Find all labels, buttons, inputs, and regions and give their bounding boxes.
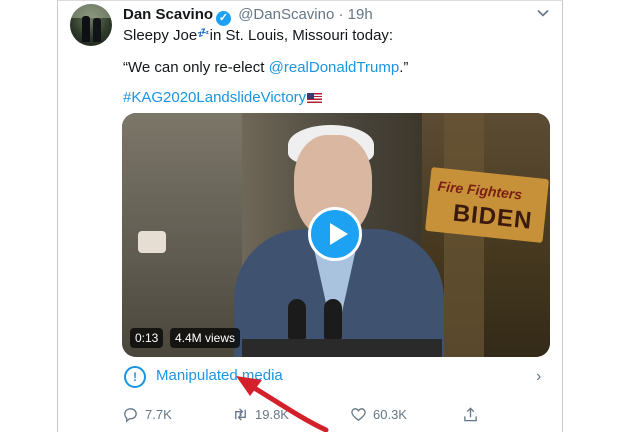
verified-icon: ✓: [216, 11, 232, 26]
video-duration: 0:13: [130, 328, 164, 348]
retweet-count: 19.8K: [255, 407, 289, 422]
exclamation-icon: !: [124, 366, 146, 388]
quote-text: .”: [399, 59, 409, 76]
avatar-figure: [93, 18, 101, 42]
share-icon: [464, 407, 477, 422]
author-name[interactable]: Dan Scavino: [123, 6, 213, 23]
share-action[interactable]: [462, 406, 479, 423]
video-views: 4.4M views: [170, 328, 241, 348]
like-count: 60.3K: [373, 407, 407, 422]
avatar-figure: [82, 16, 90, 42]
sign-text: BIDEN: [451, 199, 534, 235]
video-player[interactable]: Fire Fighters BIDEN 0:13 4.4M views: [122, 113, 550, 357]
microphone: [288, 299, 306, 339]
retweet-icon: [235, 408, 246, 421]
tweet-actions: 7.7K 19.8K 60.3K: [122, 406, 542, 428]
mention-link[interactable]: @realDonaldTrump: [269, 59, 400, 76]
chevron-right-icon[interactable]: ›: [536, 368, 541, 386]
sign-text: Fire Fighters: [436, 177, 523, 203]
video-sign: Fire Fighters BIDEN: [424, 167, 550, 243]
tweet-header: Dan Scavino ✓ @DanScavino · 19h: [123, 6, 373, 26]
author-handle[interactable]: @DanScavino: [238, 6, 334, 23]
like-action[interactable]: 60.3K: [350, 406, 407, 423]
tweet-text: Sleepy Joe: [123, 27, 198, 44]
timestamp[interactable]: 19h: [348, 6, 373, 23]
reply-action[interactable]: 7.7K: [122, 406, 172, 423]
manipulated-media-label[interactable]: Manipulated media: [156, 367, 283, 384]
chevron-down-icon[interactable]: [536, 6, 550, 20]
avatar-sky: [70, 4, 112, 18]
podium: [242, 339, 442, 357]
microphone: [324, 299, 342, 339]
us-flag-icon: [307, 93, 323, 103]
reply-count: 7.7K: [145, 407, 172, 422]
manipulated-media-notice[interactable]: ! Manipulated media ›: [122, 362, 550, 392]
play-button[interactable]: [308, 207, 362, 261]
quote-text: “We can only re-elect: [123, 59, 269, 76]
hashtag-line: #KAG2020LandslideVictory: [123, 89, 323, 106]
reply-icon: [124, 408, 137, 423]
tweet-text-line: Sleepy Joe💤in St. Louis, Missouri today:: [123, 27, 393, 44]
retweet-action[interactable]: 19.8K: [232, 406, 289, 423]
tweet-quote-line: “We can only re-elect @realDonaldTrump.”: [123, 59, 408, 76]
video-hand: [138, 231, 166, 253]
zzz-emoji-icon: 💤: [197, 28, 210, 39]
hashtag-link[interactable]: #KAG2020LandslideVictory: [123, 89, 306, 106]
heart-icon: [351, 408, 366, 421]
tweet-text: in St. Louis, Missouri today:: [209, 27, 394, 44]
avatar[interactable]: [70, 4, 112, 46]
separator-dot: ·: [338, 6, 344, 23]
